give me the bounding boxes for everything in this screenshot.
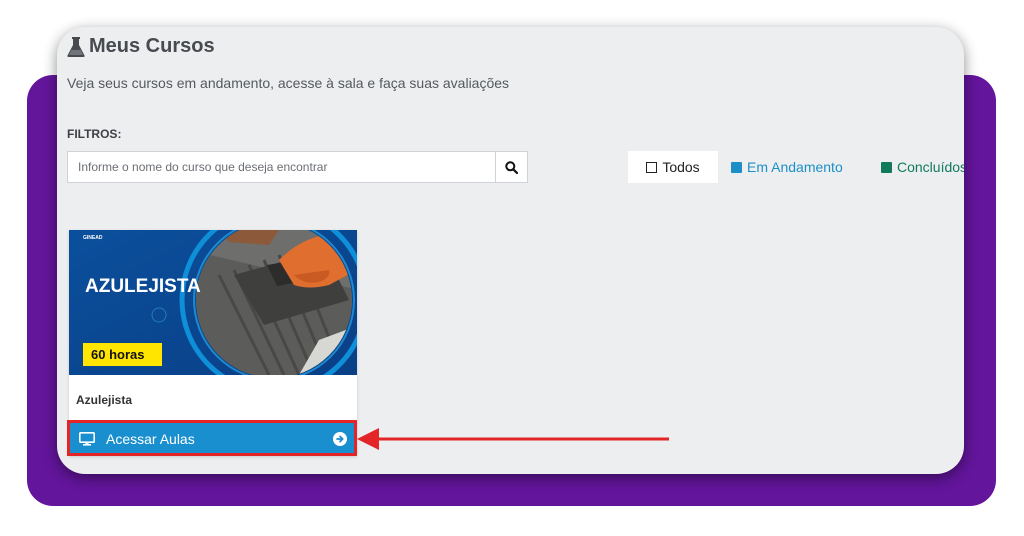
flask-icon	[67, 36, 85, 57]
monitor-icon	[79, 432, 95, 446]
page-title: Meus Cursos	[89, 35, 215, 57]
pointer-arrow	[357, 428, 669, 450]
status-square-icon	[731, 161, 742, 173]
course-banner: GINEAD AZULEJISTA 60 horas	[69, 230, 357, 375]
course-image[interactable]: GINEAD AZULEJISTA 60 horas	[69, 230, 357, 375]
checkbox-icon	[646, 161, 658, 173]
filters-label: FILTROS:	[67, 127, 122, 141]
page-header: Meus Cursos	[67, 35, 215, 58]
filter-concluidos-label: Concluídos	[897, 159, 964, 175]
filter-todos-label: Todos	[662, 159, 700, 175]
course-card: GINEAD AZULEJISTA 60 horas Azulejista Ac…	[69, 230, 357, 456]
brand-logo-text: GINEAD	[83, 235, 103, 241]
banner-title: AZULEJISTA	[85, 276, 201, 297]
filter-em-andamento[interactable]: Em Andamento	[731, 151, 843, 183]
search-bar	[67, 151, 528, 183]
search-icon	[505, 160, 518, 174]
search-button[interactable]	[495, 152, 527, 182]
filter-em-andamento-label: Em Andamento	[747, 159, 843, 175]
access-lessons-button[interactable]: Acessar Aulas	[69, 422, 357, 456]
my-courses-panel: Meus Cursos Veja seus cursos em andament…	[57, 27, 964, 474]
arrow-circle-right-icon	[333, 432, 347, 446]
access-lessons-label: Acessar Aulas	[106, 431, 195, 447]
page-subtitle: Veja seus cursos em andamento, acesse à …	[67, 75, 510, 91]
course-title: Azulejista	[76, 393, 133, 407]
filter-todos[interactable]: Todos	[628, 151, 718, 183]
status-square-icon	[881, 161, 892, 173]
filter-concluidos[interactable]: Concluídos	[881, 151, 964, 183]
search-input[interactable]	[68, 152, 495, 182]
banner-hours-badge: 60 horas	[91, 347, 144, 362]
